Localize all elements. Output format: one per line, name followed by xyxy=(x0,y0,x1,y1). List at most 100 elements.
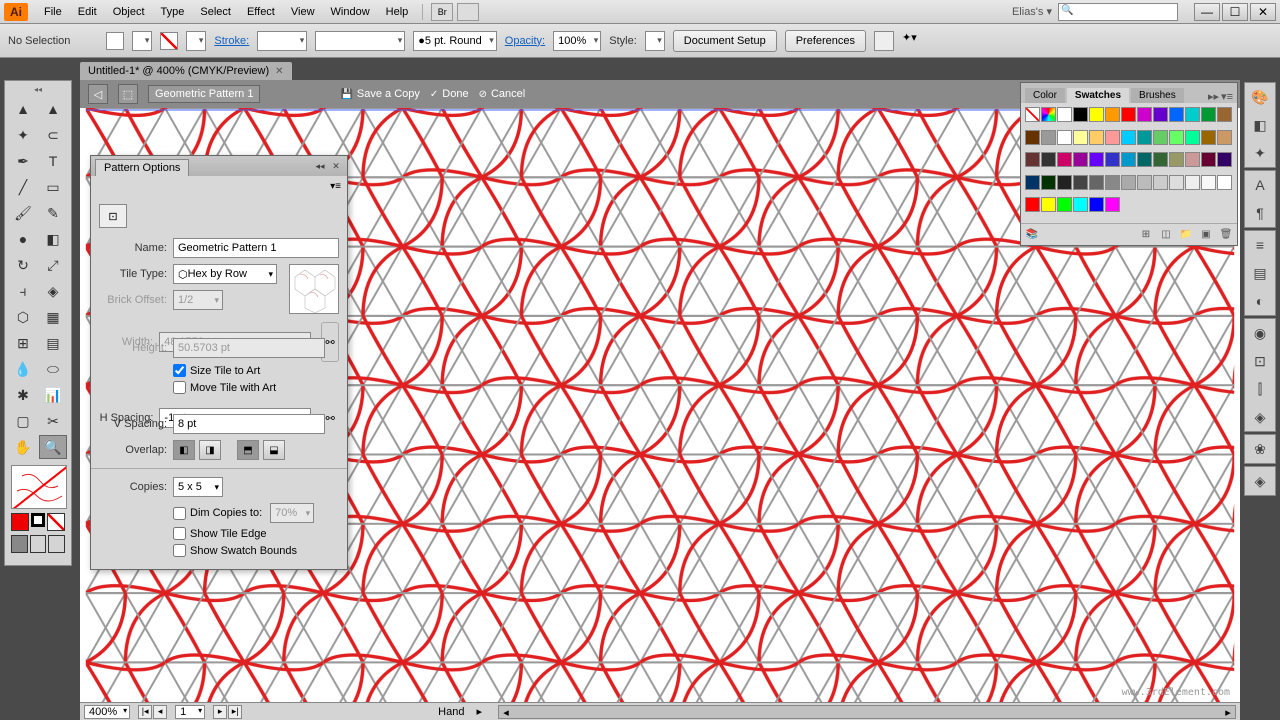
tools-collapse[interactable]: ◂◂ xyxy=(7,85,69,95)
swatch-cell[interactable] xyxy=(1105,130,1120,145)
close-button[interactable]: ✕ xyxy=(1250,3,1276,21)
draw-normal[interactable] xyxy=(11,535,28,553)
hand-tool[interactable]: ✋ xyxy=(9,435,37,459)
eraser-tool[interactable]: ◧ xyxy=(39,227,67,251)
swatch-cell[interactable] xyxy=(1153,130,1168,145)
swatch-options-icon[interactable]: ◫ xyxy=(1159,228,1173,242)
swatch-cell[interactable] xyxy=(1217,130,1232,145)
stroke-swatch[interactable] xyxy=(160,32,178,50)
stroke-color[interactable] xyxy=(31,513,45,527)
stroke-combo[interactable] xyxy=(186,31,206,51)
pattern-options-tab[interactable]: Pattern Options xyxy=(95,159,189,176)
panel-close-icon[interactable]: ✕ xyxy=(329,161,343,172)
swatch-cell[interactable] xyxy=(1105,107,1120,122)
graphic-styles-icon[interactable]: ⊡ xyxy=(1250,351,1270,371)
swatch-cell[interactable] xyxy=(1217,107,1232,122)
swatch-cell[interactable] xyxy=(1025,130,1040,145)
swatch-cell[interactable] xyxy=(1105,175,1120,190)
swatch-cell[interactable] xyxy=(1121,152,1136,167)
show-tile-edge-checkbox[interactable] xyxy=(173,527,186,540)
swatch-cell[interactable] xyxy=(1185,175,1200,190)
brushes-tab[interactable]: Brushes xyxy=(1131,88,1184,103)
menu-window[interactable]: Window xyxy=(323,3,378,21)
transform-icon[interactable]: ✦▾ xyxy=(902,31,922,51)
minimize-button[interactable]: — xyxy=(1194,3,1220,21)
artboard-number[interactable]: 1 xyxy=(175,705,205,719)
zoom-tool[interactable]: 🔍 xyxy=(39,435,67,459)
shape-builder-tool[interactable]: ⬡ xyxy=(9,305,37,329)
swatch-cell[interactable] xyxy=(1201,175,1216,190)
swatch-cell[interactable] xyxy=(1169,107,1184,122)
swatch-cell[interactable] xyxy=(1217,175,1232,190)
swatch-cell[interactable] xyxy=(1073,175,1088,190)
document-setup-button[interactable]: Document Setup xyxy=(673,30,777,52)
opacity-value[interactable]: 100% xyxy=(553,31,601,51)
rectangle-tool[interactable]: ▭ xyxy=(39,175,67,199)
save-copy-button[interactable]: 💾Save a Copy xyxy=(340,88,419,100)
type-tool[interactable]: T xyxy=(39,149,67,173)
swatch-cell[interactable] xyxy=(1057,152,1072,167)
swatch-cell[interactable] xyxy=(1169,130,1184,145)
menu-object[interactable]: Object xyxy=(105,3,153,21)
swatch-registration[interactable] xyxy=(1041,107,1056,122)
swatch-cell[interactable] xyxy=(1217,152,1232,167)
menu-view[interactable]: View xyxy=(283,3,323,21)
user-menu[interactable]: Elias's ▾ xyxy=(1012,5,1052,18)
artboard-tool[interactable]: ▢ xyxy=(9,409,37,433)
symbol-sprayer-tool[interactable]: ✱ xyxy=(9,383,37,407)
cancel-button[interactable]: ⊘Cancel xyxy=(479,88,526,100)
align-icon[interactable] xyxy=(874,31,894,51)
stroke-profile[interactable] xyxy=(315,31,405,51)
align-panel-icon[interactable]: ⫿ xyxy=(1250,379,1270,399)
swatch-cell[interactable] xyxy=(1073,107,1088,122)
swatch-cell[interactable] xyxy=(1201,152,1216,167)
stroke-panel-icon[interactable]: ≡ xyxy=(1250,235,1270,255)
layers-panel-icon[interactable]: ◈ xyxy=(1250,471,1270,491)
swatch-none[interactable] xyxy=(1025,107,1040,122)
swatch-cell[interactable] xyxy=(1185,107,1200,122)
panel-expand-icon[interactable]: ▸▸ xyxy=(1208,90,1219,103)
symbols-panel-icon[interactable]: ❀ xyxy=(1250,439,1270,459)
swatch-cell[interactable] xyxy=(1041,197,1056,212)
delete-swatch-icon[interactable]: 🗑 xyxy=(1219,228,1233,242)
swatch-cell[interactable] xyxy=(1089,197,1104,212)
blend-tool[interactable]: ⬭ xyxy=(39,357,67,381)
swatch-cell[interactable] xyxy=(1073,197,1088,212)
swatch-cell[interactable] xyxy=(1153,107,1168,122)
swatch-cell[interactable] xyxy=(1137,175,1152,190)
swatch-cell[interactable] xyxy=(1089,130,1104,145)
panel-collapse-icon[interactable]: ◂◂ xyxy=(313,161,327,172)
overlap-bottom[interactable]: ⬓ xyxy=(263,440,285,460)
swatch-cell[interactable] xyxy=(1057,175,1072,190)
vspacing-input[interactable] xyxy=(173,414,325,434)
menu-type[interactable]: Type xyxy=(153,3,193,21)
last-artboard[interactable]: ▸| xyxy=(228,705,242,719)
menu-select[interactable]: Select xyxy=(192,3,239,21)
opacity-link[interactable]: Opacity: xyxy=(505,35,545,47)
zoom-combo[interactable]: 400% xyxy=(84,705,130,719)
swatch-cell[interactable] xyxy=(1121,107,1136,122)
stroke-link[interactable]: Stroke: xyxy=(214,35,249,47)
preferences-button[interactable]: Preferences xyxy=(785,30,866,52)
close-tab-icon[interactable]: ✕ xyxy=(275,66,283,77)
graph-tool[interactable]: 📊 xyxy=(39,383,67,407)
panel-menu-icon[interactable]: ▾≡ xyxy=(330,181,341,192)
swatch-cell[interactable] xyxy=(1057,130,1072,145)
overlap-right[interactable]: ◨ xyxy=(199,440,221,460)
swatch-kind-icon[interactable]: ⊞ xyxy=(1139,228,1153,242)
swatch-libraries-icon[interactable]: 📚 xyxy=(1025,228,1039,242)
stroke-weight[interactable] xyxy=(257,31,307,51)
swatch-cell[interactable] xyxy=(1153,152,1168,167)
pen-tool[interactable]: ✒ xyxy=(9,149,37,173)
done-button[interactable]: ✓Done xyxy=(430,88,469,100)
character-panel-icon[interactable]: A xyxy=(1250,175,1270,195)
document-tab[interactable]: Untitled-1* @ 400% (CMYK/Preview)✕ xyxy=(80,62,292,80)
menu-help[interactable]: Help xyxy=(378,3,417,21)
swatch-cell[interactable] xyxy=(1105,197,1120,212)
help-search[interactable]: 🔍 xyxy=(1058,3,1178,21)
new-swatch-icon[interactable]: ▣ xyxy=(1199,228,1213,242)
next-artboard[interactable]: ▸ xyxy=(213,705,227,719)
size-tile-checkbox[interactable] xyxy=(173,364,186,377)
swatch-cell[interactable] xyxy=(1121,130,1136,145)
color-guide-icon[interactable]: ◧ xyxy=(1250,115,1270,135)
